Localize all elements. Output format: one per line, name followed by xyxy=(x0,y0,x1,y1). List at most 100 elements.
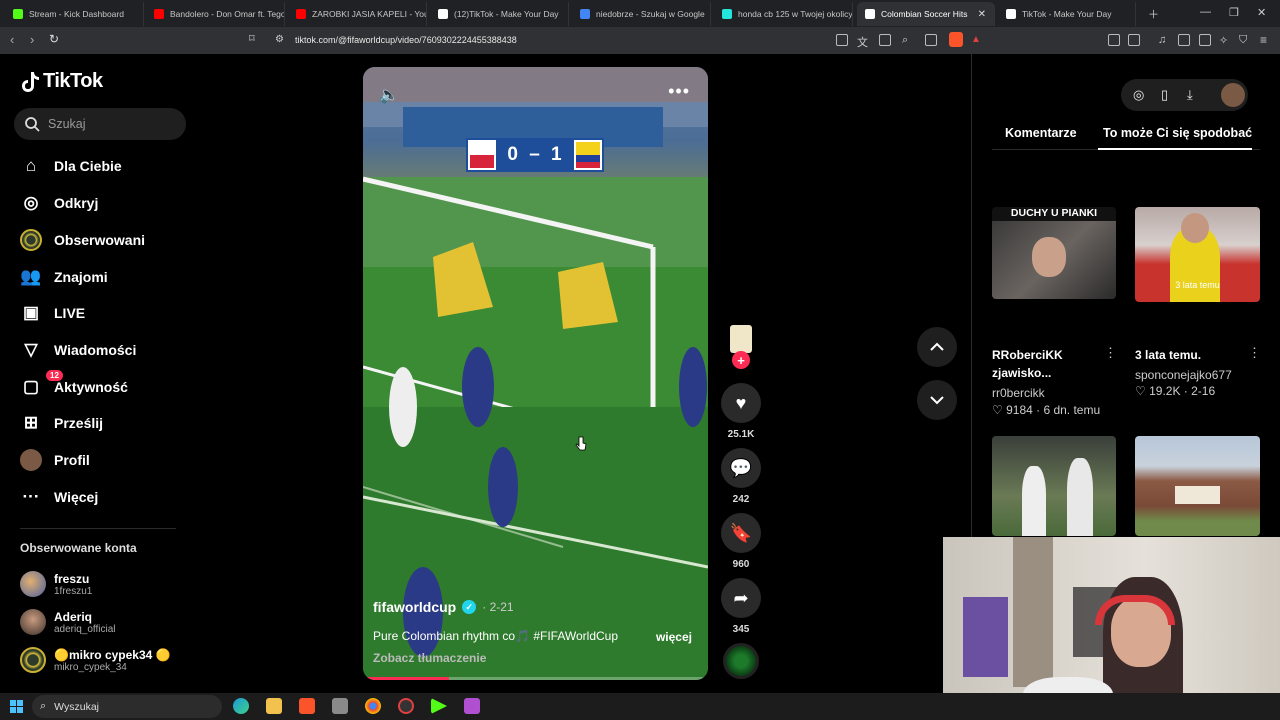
heart-icon[interactable]: ♥ xyxy=(721,383,761,423)
followed-account-freszu[interactable]: freszu 1freszu1 xyxy=(20,571,92,597)
download-icon[interactable]: ⤓ xyxy=(1187,87,1193,103)
minimize-button[interactable]: — xyxy=(1200,6,1211,18)
tab-label: (12)TikTok - Make Your Day xyxy=(454,9,559,19)
save-action[interactable]: 🔖 960 xyxy=(721,513,761,570)
card-more-icon[interactable]: ⋮ xyxy=(1248,345,1261,361)
like-action[interactable]: ♥ 25.1K xyxy=(721,383,761,440)
back-icon[interactable]: ‹ xyxy=(10,32,14,47)
tab-comments[interactable]: Komentarze xyxy=(1005,126,1077,140)
nav-item-compass[interactable]: ◎ Odkryj xyxy=(20,192,99,214)
extensions-icon[interactable] xyxy=(1108,34,1120,46)
leo-icon[interactable]: ✧ xyxy=(1219,34,1228,47)
browser-tab[interactable]: (12)TikTok - Make Your Day xyxy=(430,2,569,26)
browser-tab[interactable]: honda cb 125 w Twojej okolicy xyxy=(714,2,853,26)
music-disc-icon[interactable] xyxy=(723,643,759,679)
zoom-icon[interactable]: ⌕ xyxy=(902,34,908,47)
edge-icon[interactable] xyxy=(233,698,249,714)
browser-tab[interactable]: Bandolero - Don Omar ft. Tego xyxy=(146,2,285,26)
new-tab-button[interactable]: ＋ xyxy=(1148,6,1159,22)
volume-icon[interactable]: 🔈 xyxy=(379,85,399,105)
restore-button[interactable]: ❐ xyxy=(1229,6,1239,19)
tab-recommended[interactable]: To może Ci się spodobać xyxy=(1103,126,1252,140)
card-user[interactable]: sponconejajko677 xyxy=(1135,368,1232,382)
search-input[interactable]: Szukaj xyxy=(48,117,86,131)
browser-tab[interactable]: Colombian Soccer Hits ✕ xyxy=(857,2,995,26)
comment-icon[interactable]: 💬 xyxy=(721,448,761,488)
close-window-button[interactable]: ✕ xyxy=(1257,6,1266,19)
author-name[interactable]: fifaworldcup xyxy=(373,599,456,615)
translate-link[interactable]: Zobacz tłumaczenie xyxy=(373,651,486,665)
tab-search-icon[interactable] xyxy=(1128,34,1140,46)
app-icon[interactable] xyxy=(332,698,348,714)
followed-account-aderiq[interactable]: Aderiq aderiq_official xyxy=(20,609,116,635)
mobile-icon[interactable]: ▯ xyxy=(1161,87,1168,103)
chrome-icon[interactable] xyxy=(365,698,381,714)
card-title[interactable]: RRoberciKK zjawisko... xyxy=(992,346,1063,382)
video-thumbnail[interactable] xyxy=(1135,436,1260,536)
reader-icon[interactable] xyxy=(879,34,891,46)
obs-icon[interactable] xyxy=(398,698,414,714)
user-avatar[interactable] xyxy=(1221,83,1245,107)
taskbar-search[interactable]: ⌕ Wyszukaj xyxy=(32,695,222,718)
close-tab-icon[interactable]: ✕ xyxy=(978,9,986,20)
translate-icon[interactable]: 文 xyxy=(857,34,868,50)
video-thumbnail[interactable]: DUCHY U PIANKI xyxy=(992,207,1116,299)
next-video-button[interactable] xyxy=(917,380,957,420)
windows-start-icon[interactable] xyxy=(10,700,23,713)
browser-tab[interactable]: Stream - Kick Dashboard xyxy=(5,2,144,26)
card-title[interactable]: 3 lata temu. xyxy=(1135,346,1201,364)
kick-icon[interactable] xyxy=(431,698,447,714)
video-thumbnail[interactable] xyxy=(992,436,1116,536)
followed-account-mikro-cypek[interactable]: 🟡mikro cypek34 🟡 mikro_cypek_34 xyxy=(20,647,171,673)
nav-item-friends[interactable]: 👥 Znajomi xyxy=(20,266,107,288)
url-field[interactable]: tiktok.com/@fifaworldcup/video/760930222… xyxy=(295,35,517,45)
brave-shield-icon[interactable] xyxy=(949,32,963,47)
file-explorer-icon[interactable] xyxy=(266,698,282,714)
comment-action[interactable]: 💬 242 xyxy=(721,448,761,505)
video-progress-bar[interactable] xyxy=(363,677,708,680)
menu-icon[interactable]: ≡ xyxy=(1260,33,1267,47)
nav-item-profile[interactable]: Profil xyxy=(20,449,90,471)
card-more-icon[interactable]: ⋮ xyxy=(1104,345,1117,361)
media-icon[interactable]: ♫ xyxy=(1158,34,1166,46)
nav-item-messages[interactable]: ▽ Wiadomości xyxy=(20,339,136,361)
search-box[interactable]: Szukaj xyxy=(14,108,186,140)
nav-item-upload[interactable]: ⊞ Prześlij xyxy=(20,412,103,434)
nav-item-following[interactable]: Obserwowani xyxy=(20,229,145,251)
browser-tab[interactable]: ZAROBKI JASIA KAPELI - YouTu xyxy=(288,2,427,26)
video-thumbnail[interactable]: 3 lata temu xyxy=(1135,207,1260,302)
video-author[interactable]: fifaworldcup ✓ · 2-21 xyxy=(373,599,514,615)
site-info-icon[interactable]: ⚙ xyxy=(275,34,284,45)
tiktok-logo[interactable]: TikTok xyxy=(20,70,103,93)
sidebar-icon[interactable] xyxy=(1178,34,1190,46)
bookmark-icon[interactable]: 🔖 xyxy=(721,513,761,553)
reload-icon[interactable]: ↻ xyxy=(49,32,59,46)
more-options-icon[interactable]: ••• xyxy=(668,81,690,102)
video-player[interactable]: 0 – 1 🔈 ••• fifaworldcup ✓ · 2-21 Pure C… xyxy=(363,67,708,680)
share-icon[interactable] xyxy=(925,34,937,46)
more-link[interactable]: więcej xyxy=(656,630,692,644)
nav-item-home[interactable]: ⌂ Dla Ciebie xyxy=(20,155,122,177)
app-icon[interactable] xyxy=(464,698,480,714)
brave-rewards-icon[interactable]: ▲ xyxy=(971,34,981,45)
follow-button[interactable]: + xyxy=(732,351,750,369)
following-avatar xyxy=(20,229,42,251)
share-icon[interactable]: ➦ xyxy=(721,578,761,618)
brave-icon[interactable] xyxy=(299,698,315,714)
nav-item-inbox[interactable]: ▢ 12 Aktywność xyxy=(20,370,128,398)
browser-tab[interactable]: TikTok - Make Your Day xyxy=(998,2,1136,26)
previous-video-button[interactable] xyxy=(917,327,957,367)
discover-icon[interactable]: ◎ xyxy=(1133,87,1144,103)
card-user[interactable]: rr0bercikk xyxy=(992,386,1045,400)
wallet-icon[interactable] xyxy=(1199,34,1211,46)
share-action[interactable]: ➦ 345 xyxy=(721,578,761,635)
nav-item-live[interactable]: ▣ LIVE xyxy=(20,302,85,324)
creator-avatar[interactable] xyxy=(730,325,752,353)
forward-icon[interactable]: › xyxy=(30,32,34,47)
browser-tab[interactable]: niedobrze - Szukaj w Google xyxy=(572,2,711,26)
nav-item-more[interactable]: ··· Więcej xyxy=(20,486,99,508)
bookmark-icon[interactable]: ⌑ xyxy=(249,32,255,45)
no-ads-icon[interactable] xyxy=(836,34,848,46)
vpn-icon[interactable]: ⛉ xyxy=(1239,34,1247,47)
tab-favicon-icon xyxy=(13,9,23,19)
